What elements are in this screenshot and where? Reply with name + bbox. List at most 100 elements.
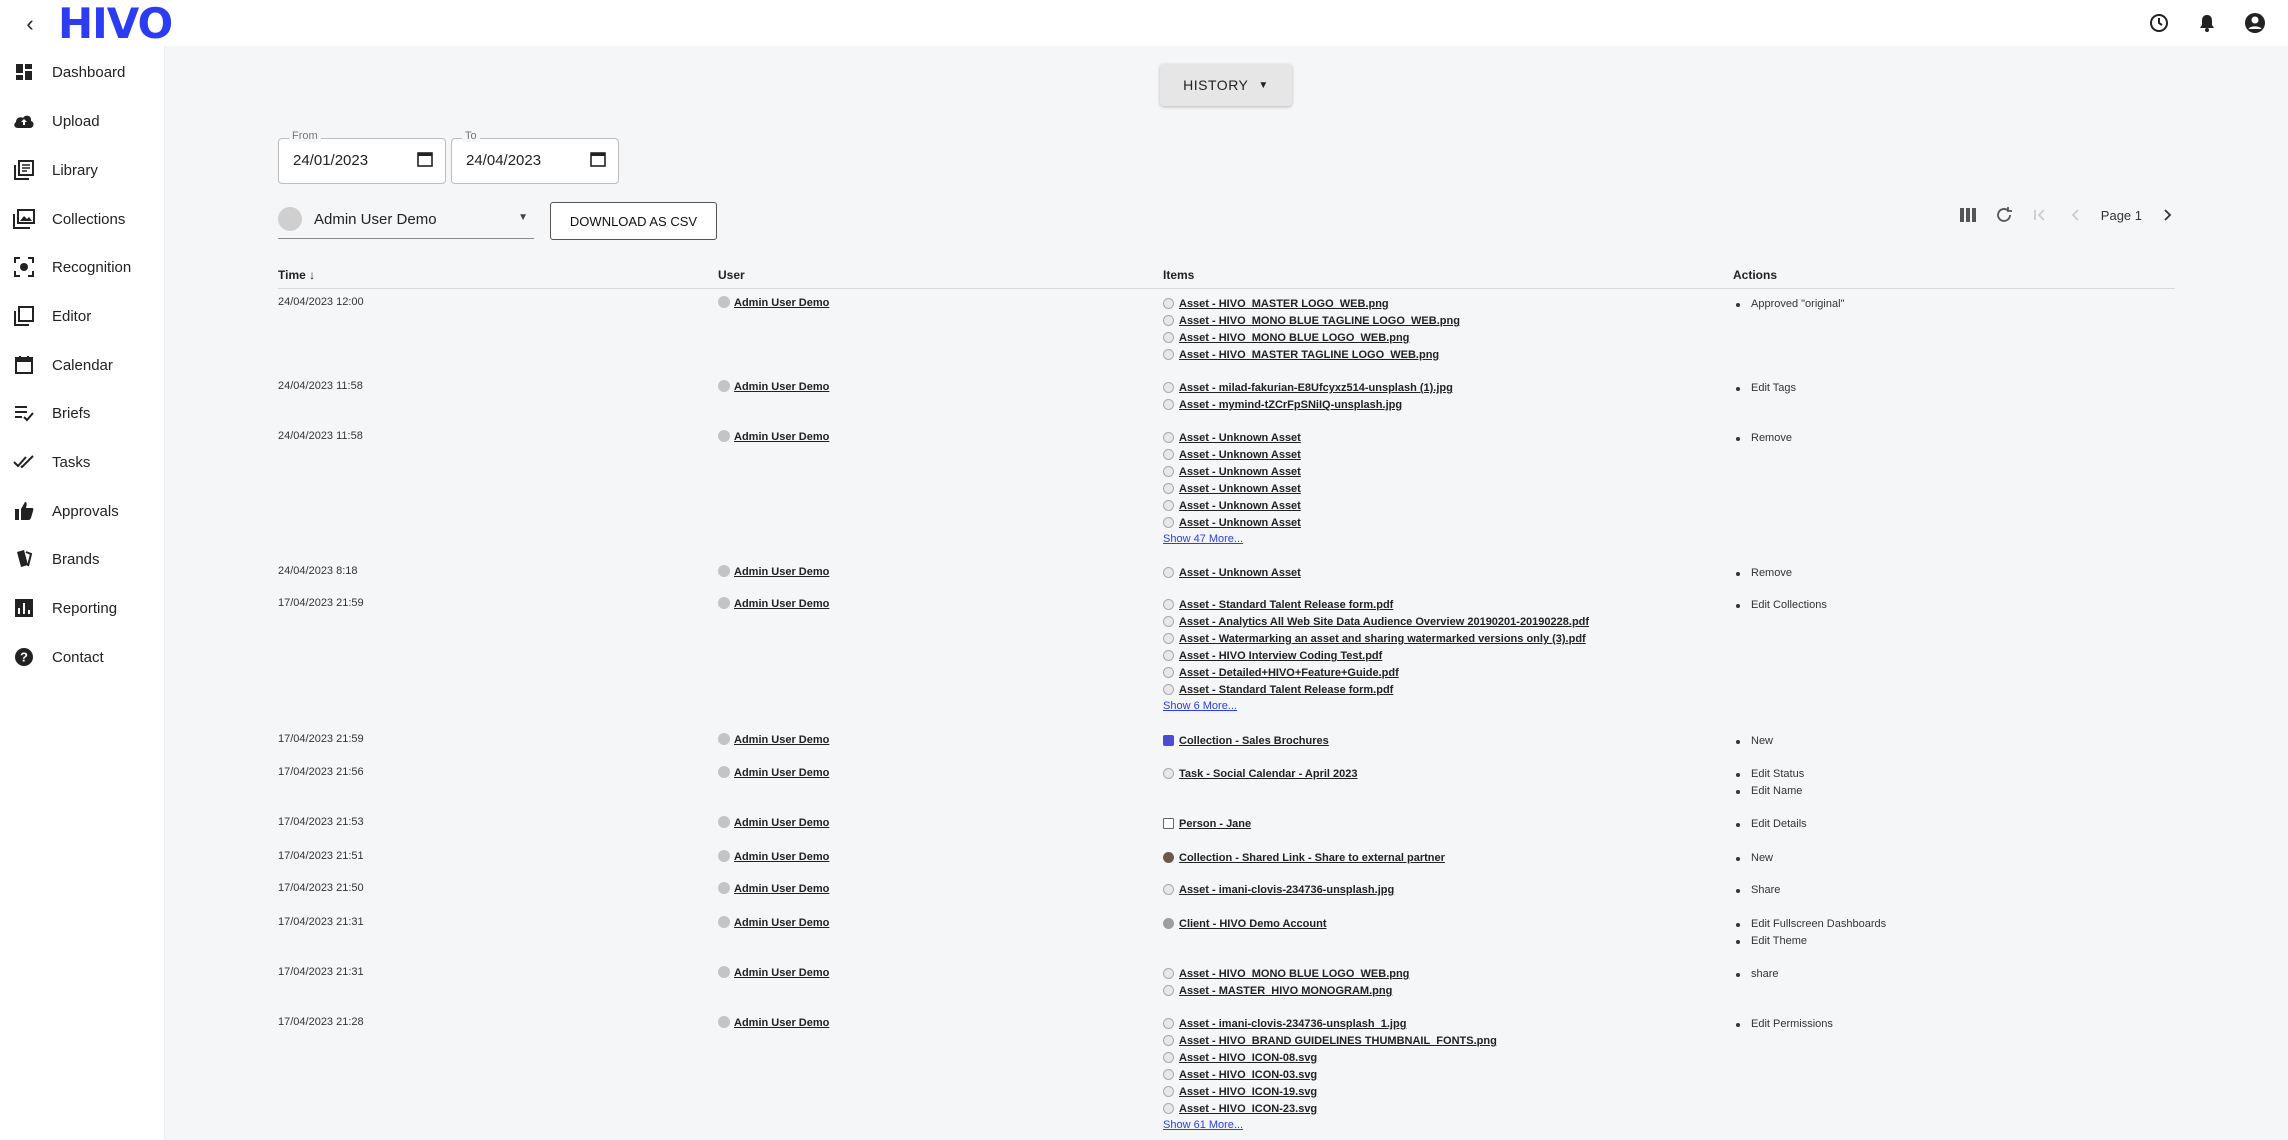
sidebar-item-reporting[interactable]: Reporting xyxy=(0,588,164,628)
user-link[interactable]: Admin User Demo xyxy=(734,431,829,443)
item-link[interactable]: Asset - HIVO Interview Coding Test.pdf xyxy=(1179,650,1382,662)
item-link[interactable]: Asset - Unknown Asset xyxy=(1179,500,1301,512)
sidebar-item-tasks[interactable]: Tasks xyxy=(0,442,164,482)
action-entry: Edit Fullscreen Dashboards xyxy=(1733,916,1886,933)
history-dropdown-button[interactable]: HISTORY ▼ xyxy=(1160,64,1292,106)
item-entry: Asset - imani-clovis-234736-unsplash_1.j… xyxy=(1163,1016,1497,1033)
item-link[interactable]: Asset - mymind-tZCrFpSNiIQ-unsplash.jpg xyxy=(1179,399,1402,411)
column-header-actions[interactable]: Actions xyxy=(1733,268,1777,282)
item-link[interactable]: Asset - Standard Talent Release form.pdf xyxy=(1179,599,1393,611)
sidebar-item-library[interactable]: Library xyxy=(0,150,164,190)
item-link[interactable]: Asset - imani-clovis-234736-unsplash.jpg xyxy=(1179,884,1394,896)
user-link[interactable]: Admin User Demo xyxy=(734,297,829,309)
item-link[interactable]: Asset - HIVO_MASTER LOGO_WEB.png xyxy=(1179,298,1389,310)
column-header-time[interactable]: Time ↓ xyxy=(278,268,315,282)
item-link[interactable]: Asset - HIVO_MONO BLUE LOGO_WEB.png xyxy=(1179,968,1409,980)
download-csv-button[interactable]: DOWNLOAD AS CSV xyxy=(550,202,717,240)
item-link[interactable]: Asset - Detailed+HIVO+Feature+Guide.pdf xyxy=(1179,667,1399,679)
columns-icon[interactable] xyxy=(1957,204,1979,226)
item-link[interactable]: Asset - HIVO_ICON-23.svg xyxy=(1179,1103,1317,1115)
row-items: Asset - Standard Talent Release form.pdf… xyxy=(1163,597,1589,714)
column-header-items[interactable]: Items xyxy=(1163,268,1194,282)
first-page-icon[interactable] xyxy=(2029,204,2051,226)
show-more-link[interactable]: Show 6 More... xyxy=(1163,699,1589,714)
item-link[interactable]: Asset - HIVO_ICON-19.svg xyxy=(1179,1086,1317,1098)
row-time: 17/04/2023 21:56 xyxy=(278,766,364,778)
item-link[interactable]: Asset - HIVO_BRAND GUIDELINES THUMBNAIL_… xyxy=(1179,1035,1497,1047)
item-link[interactable]: Asset - HIVO_ICON-08.svg xyxy=(1179,1052,1317,1064)
history-clock-icon[interactable] xyxy=(2146,10,2172,36)
user-link[interactable]: Admin User Demo xyxy=(734,734,829,746)
user-link[interactable]: Admin User Demo xyxy=(734,851,829,863)
asset-thumbnail-icon xyxy=(1163,382,1174,393)
item-link[interactable]: Asset - Standard Talent Release form.pdf xyxy=(1179,684,1393,696)
item-link[interactable]: Asset - Unknown Asset xyxy=(1179,466,1301,478)
item-link[interactable]: Asset - HIVO_MONO BLUE LOGO_WEB.png xyxy=(1179,332,1409,344)
sidebar-item-approvals[interactable]: Approvals xyxy=(0,491,164,531)
item-link[interactable]: Asset - Unknown Asset xyxy=(1179,449,1301,461)
user-link[interactable]: Admin User Demo xyxy=(734,598,829,610)
item-link[interactable]: Client - HIVO Demo Account xyxy=(1179,918,1327,930)
user-avatar-icon xyxy=(718,380,730,392)
item-link[interactable]: Asset - milad-fakurian-E8Ufcyxz514-unspl… xyxy=(1179,382,1453,394)
show-more-link[interactable]: Show 61 More... xyxy=(1163,1118,1497,1133)
sidebar-item-editor[interactable]: Editor xyxy=(0,296,164,336)
item-link[interactable]: Asset - Unknown Asset xyxy=(1179,432,1301,444)
sidebar-item-recognition[interactable]: Recognition xyxy=(0,247,164,287)
item-link[interactable]: Task - Social Calendar - April 2023 xyxy=(1179,768,1358,780)
account-avatar-icon[interactable] xyxy=(2242,10,2268,36)
user-link[interactable]: Admin User Demo xyxy=(734,767,829,779)
user-link[interactable]: Admin User Demo xyxy=(734,883,829,895)
user-filter-select[interactable]: Admin User Demo ▼ xyxy=(278,202,534,239)
item-link[interactable]: Asset - Watermarking an asset and sharin… xyxy=(1179,633,1586,645)
from-date-field[interactable]: From 24/01/2023 xyxy=(278,130,446,184)
show-more-link[interactable]: Show 47 More... xyxy=(1163,532,1301,547)
item-link[interactable]: Collection - Shared Link - Share to exte… xyxy=(1179,852,1445,864)
user-avatar-icon xyxy=(718,597,730,609)
sidebar-item-dashboard[interactable]: Dashboard xyxy=(0,52,164,92)
item-link[interactable]: Asset - Analytics All Web Site Data Audi… xyxy=(1179,616,1589,628)
svg-text:?: ? xyxy=(20,650,28,665)
row-time: 24/04/2023 12:00 xyxy=(278,296,364,308)
item-link[interactable]: Asset - HIVO_ICON-03.svg xyxy=(1179,1069,1317,1081)
item-link[interactable]: Asset - MASTER_HIVO MONOGRAM.png xyxy=(1179,985,1392,997)
top-bar: ‹ HIVO xyxy=(0,0,2288,48)
item-link[interactable]: Asset - Unknown Asset xyxy=(1179,567,1301,579)
notifications-bell-icon[interactable] xyxy=(2194,10,2220,36)
sidebar-item-brands[interactable]: Brands xyxy=(0,539,164,579)
sidebar-item-upload[interactable]: Upload xyxy=(0,101,164,141)
calendar-picker-icon[interactable] xyxy=(590,151,608,169)
calendar-picker-icon[interactable] xyxy=(417,151,435,169)
user-link[interactable]: Admin User Demo xyxy=(734,1017,829,1029)
column-header-user[interactable]: User xyxy=(718,268,745,282)
user-link[interactable]: Admin User Demo xyxy=(734,381,829,393)
previous-page-icon[interactable] xyxy=(2065,204,2087,226)
item-link[interactable]: Asset - HIVO_MASTER TAGLINE LOGO_WEB.png xyxy=(1179,349,1439,361)
sidebar-item-briefs[interactable]: Briefs xyxy=(0,393,164,433)
item-entry: Asset - Unknown Asset xyxy=(1163,565,1301,582)
item-link[interactable]: Asset - Unknown Asset xyxy=(1179,483,1301,495)
table-header: Time ↓ User Items Actions xyxy=(278,261,2175,289)
next-page-icon[interactable] xyxy=(2156,204,2178,226)
back-arrow-icon[interactable]: ‹ xyxy=(16,10,44,38)
user-link[interactable]: Admin User Demo xyxy=(734,967,829,979)
user-link[interactable]: Admin User Demo xyxy=(734,917,829,929)
sidebar-item-label: Recognition xyxy=(52,258,132,276)
refresh-icon[interactable] xyxy=(1993,204,2015,226)
sidebar-item-collections[interactable]: Collections xyxy=(0,199,164,239)
item-link[interactable]: Person - Jane xyxy=(1179,818,1251,830)
user-link[interactable]: Admin User Demo xyxy=(734,817,829,829)
sidebar-item-label: Dashboard xyxy=(52,63,126,81)
item-link[interactable]: Asset - HIVO_MONO BLUE TAGLINE LOGO_WEB.… xyxy=(1179,315,1460,327)
item-link[interactable]: Asset - Unknown Asset xyxy=(1179,517,1301,529)
to-date-field[interactable]: To 24/04/2023 xyxy=(451,130,619,184)
item-entry: Collection - Shared Link - Share to exte… xyxy=(1163,850,1445,867)
item-link[interactable]: Asset - imani-clovis-234736-unsplash_1.j… xyxy=(1179,1018,1406,1030)
sidebar-item-contact[interactable]: ? Contact xyxy=(0,637,164,677)
row-items: Client - HIVO Demo Account xyxy=(1163,916,1327,933)
item-link[interactable]: Collection - Sales Brochures xyxy=(1179,735,1329,747)
user-link[interactable]: Admin User Demo xyxy=(734,566,829,578)
app-logo[interactable]: HIVO xyxy=(58,0,173,48)
sidebar-item-label: Collections xyxy=(52,210,126,228)
sidebar-item-calendar[interactable]: Calendar xyxy=(0,345,164,385)
